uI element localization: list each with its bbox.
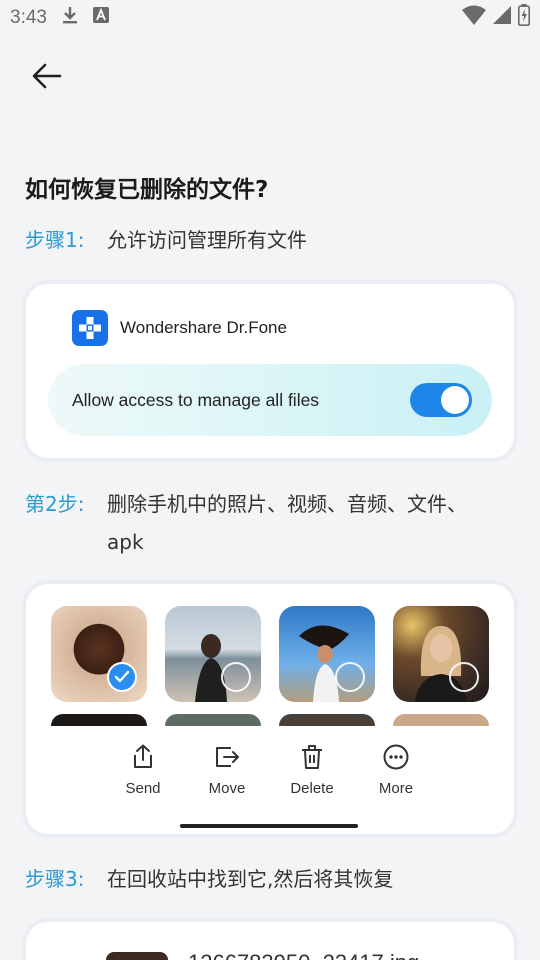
photo-2[interactable] xyxy=(165,606,261,702)
status-bar: 3:43 xyxy=(0,0,540,36)
step-2-text: 删除手机中的照片、视频、音频、文件、apk xyxy=(107,492,467,554)
select-circle-icon[interactable] xyxy=(335,662,365,692)
send-button[interactable]: Send xyxy=(108,744,178,797)
delete-button[interactable]: Delete xyxy=(277,744,347,797)
download-icon xyxy=(61,5,79,31)
step-3-text: 在回收站中找到它,然后将其恢复 xyxy=(107,867,394,891)
photo-1[interactable] xyxy=(51,606,147,702)
move-button[interactable]: Move xyxy=(192,744,262,797)
step-3-label: 步骤3: xyxy=(25,867,85,891)
allow-access-label: Allow access to manage all files xyxy=(72,389,320,410)
recycle-bin-card: 1266783950_23417.jpg xyxy=(26,922,514,960)
battery-charging-icon xyxy=(518,4,530,32)
permission-card: Wondershare Dr.Fone Allow access to mana… xyxy=(26,284,514,458)
status-time: 3:43 xyxy=(10,7,47,28)
photo-5-partial xyxy=(51,714,147,726)
back-button[interactable] xyxy=(28,60,66,96)
delete-label: Delete xyxy=(290,780,334,797)
move-icon xyxy=(216,747,239,767)
app-store-a-icon xyxy=(92,7,109,29)
move-label: Move xyxy=(208,780,246,797)
cellular-signal-icon xyxy=(492,5,512,31)
more-button[interactable]: More xyxy=(361,744,431,797)
recycle-file-name: 1266783950_23417.jpg xyxy=(188,950,419,960)
step-1-text: 允许访问管理所有文件 xyxy=(107,228,307,252)
share-icon xyxy=(134,744,152,768)
arrow-left-icon xyxy=(32,63,62,93)
checkmark-icon[interactable] xyxy=(107,662,137,692)
photo-6-partial xyxy=(165,714,261,726)
app-name: Wondershare Dr.Fone xyxy=(120,318,287,337)
page-title: 如何恢复已删除的文件? xyxy=(25,177,269,203)
allow-access-toggle[interactable] xyxy=(410,383,472,417)
photo-4[interactable] xyxy=(393,606,489,702)
recycle-thumbnail xyxy=(106,952,168,960)
more-label: More xyxy=(378,780,414,797)
photo-8-partial xyxy=(393,714,489,726)
photo-7-partial xyxy=(279,714,375,726)
photo-3[interactable] xyxy=(279,606,375,702)
more-dots-icon xyxy=(383,744,409,770)
select-circle-icon[interactable] xyxy=(221,662,251,692)
dr-fone-logo-icon xyxy=(72,310,108,346)
select-circle-icon[interactable] xyxy=(449,662,479,692)
step-2-label: 第2步: xyxy=(25,492,85,516)
home-indicator xyxy=(180,824,358,828)
step-1-label: 步骤1: xyxy=(25,228,85,252)
send-label: Send xyxy=(125,780,161,797)
step-3: 步骤3: 在回收站中找到它,然后将其恢复 xyxy=(25,860,497,898)
wifi-icon xyxy=(462,5,486,31)
step-1: 步骤1: 允许访问管理所有文件 xyxy=(25,221,497,259)
allow-access-row[interactable]: Allow access to manage all files xyxy=(48,364,492,436)
step-2: 第2步: 删除手机中的照片、视频、音频、文件、apk xyxy=(25,485,497,561)
toggle-knob xyxy=(441,386,469,414)
app-row: Wondershare Dr.Fone xyxy=(72,310,287,346)
trash-icon xyxy=(302,745,322,769)
gallery-card: Send Move Delete More xyxy=(26,584,514,834)
